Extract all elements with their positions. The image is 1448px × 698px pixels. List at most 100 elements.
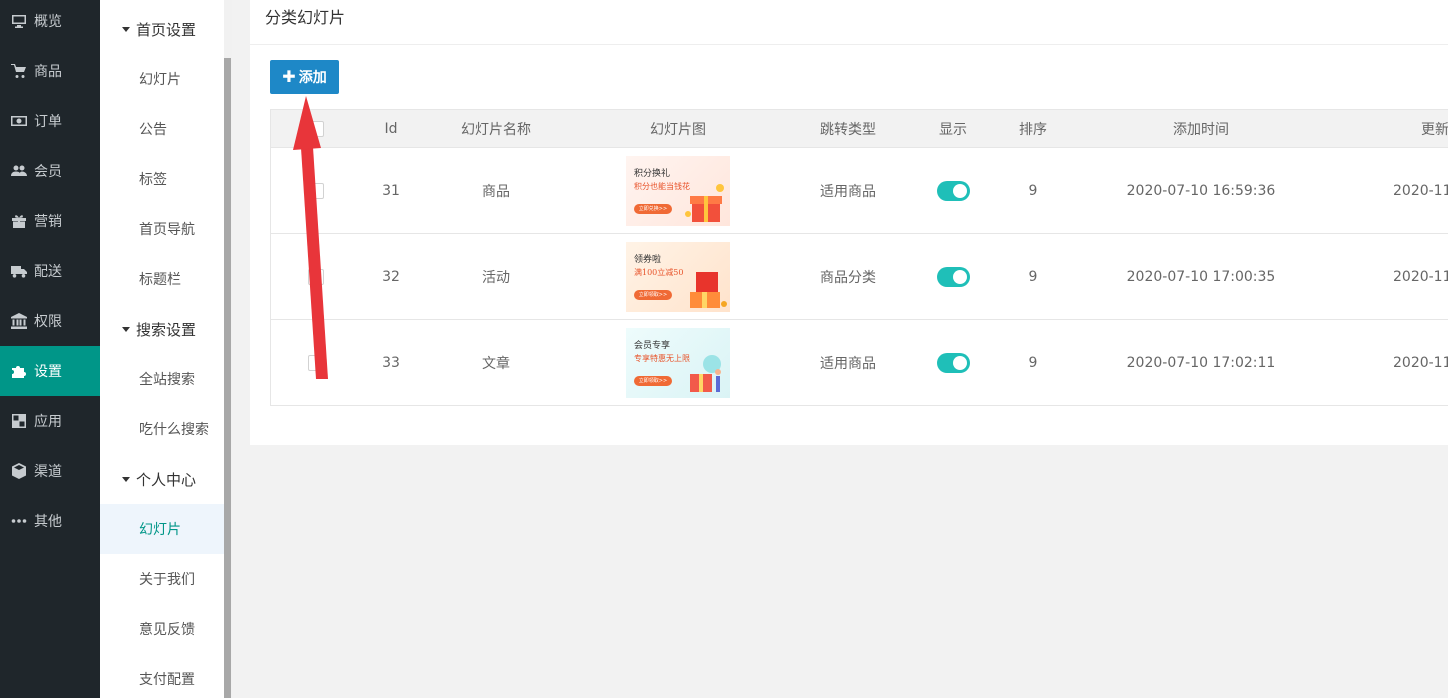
nav-item-channels[interactable]: 渠道 bbox=[0, 446, 100, 496]
nav-item-delivery[interactable]: 配送 bbox=[0, 246, 100, 296]
nav-item-label: 渠道 bbox=[34, 464, 62, 480]
toggle-knob bbox=[952, 355, 967, 370]
nav-item-overview[interactable]: 概览 bbox=[0, 0, 100, 46]
cell-sort: 9 bbox=[1028, 182, 1038, 199]
cell-jump-type: 适用商品 bbox=[820, 355, 876, 372]
slide-thumbnail[interactable]: 会员专享 专享特惠无上限 立即领取>> bbox=[626, 327, 730, 398]
main-content: 分类幻灯片 ✚ 添加 Id 幻灯片名称 幻灯片图 跳转类型 显示 排序 添加时间… bbox=[232, 0, 1448, 698]
subnav-item-notice[interactable]: 公告 bbox=[100, 104, 224, 154]
row-checkbox[interactable] bbox=[308, 268, 324, 285]
nav-item-apps[interactable]: 应用 bbox=[0, 396, 100, 446]
subnav-group-user-center[interactable]: 个人中心 bbox=[100, 454, 224, 504]
subnav-item-home-nav[interactable]: 首页导航 bbox=[100, 204, 224, 254]
cell-show bbox=[911, 148, 995, 233]
row-checkbox[interactable] bbox=[308, 182, 324, 199]
header-jump-type[interactable]: 跳转类型 bbox=[785, 110, 911, 147]
subnav-item-home-slides[interactable]: 幻灯片 bbox=[100, 54, 224, 104]
card-divider bbox=[250, 44, 1448, 45]
nav-item-permissions[interactable]: 权限 bbox=[0, 296, 100, 346]
select-all-cell bbox=[271, 110, 361, 147]
header-id[interactable]: Id bbox=[361, 110, 421, 147]
subnav-item-site-search[interactable]: 全站搜索 bbox=[100, 354, 224, 404]
nav-item-goods[interactable]: 商品 bbox=[0, 46, 100, 96]
cell-added-time: 2020-07-10 17:02:11 bbox=[1126, 354, 1276, 371]
truck-icon bbox=[0, 263, 34, 279]
cart-icon bbox=[0, 63, 34, 79]
cell-sort: 9 bbox=[1028, 268, 1038, 285]
row-select-cell bbox=[271, 234, 361, 319]
nav-item-members[interactable]: 会员 bbox=[0, 146, 100, 196]
cell-name: 活动 bbox=[482, 269, 510, 286]
row-checkbox[interactable] bbox=[308, 354, 324, 371]
slide-thumbnail[interactable]: 积分换礼 积分也能当钱花 立即兑换>> bbox=[626, 155, 730, 226]
subnav-item-title-bar[interactable]: 标题栏 bbox=[100, 254, 224, 304]
subnav-group-label: 首页设置 bbox=[136, 20, 197, 39]
gift-box-illustration bbox=[685, 183, 724, 222]
coupon-illustration bbox=[690, 271, 727, 308]
caret-down-icon bbox=[122, 476, 130, 482]
table-header: Id 幻灯片名称 幻灯片图 跳转类型 显示 排序 添加时间 更新 bbox=[271, 110, 1448, 148]
thumbnail-title: 积分换礼 bbox=[634, 168, 671, 179]
cell-updated-time: 2020-11- bbox=[1393, 268, 1448, 285]
cell-added-time: 2020-07-10 17:00:35 bbox=[1126, 268, 1276, 285]
nav-item-marketing[interactable]: 营销 bbox=[0, 196, 100, 246]
more-icon bbox=[0, 513, 34, 529]
add-button-label: 添加 bbox=[298, 70, 327, 86]
nav-item-label: 权限 bbox=[34, 314, 62, 330]
cell-updated-time: 2020-11- bbox=[1393, 354, 1448, 371]
select-all-checkbox[interactable] bbox=[308, 120, 324, 137]
header-added-time[interactable]: 添加时间 bbox=[1071, 110, 1331, 147]
subnav-item-payment-config[interactable]: 支付配置 bbox=[100, 654, 224, 698]
caret-down-icon bbox=[122, 26, 130, 32]
add-button[interactable]: ✚ 添加 bbox=[270, 60, 339, 94]
table-row[interactable]: 33 文章 会员专享 专享特惠无上限 立即领取>> 适用商品 9 2020-07… bbox=[271, 320, 1448, 406]
show-toggle[interactable] bbox=[936, 180, 970, 201]
subnav-group-home[interactable]: 首页设置 bbox=[100, 4, 224, 54]
scrollbar-thumb[interactable] bbox=[224, 58, 231, 698]
cell-show bbox=[911, 234, 995, 319]
cell-sort: 9 bbox=[1028, 354, 1038, 371]
show-toggle[interactable] bbox=[936, 352, 970, 373]
header-sort[interactable]: 排序 bbox=[995, 110, 1071, 147]
slide-thumbnail[interactable]: 领券啦 满100立减50 立即领取>> bbox=[626, 241, 730, 312]
header-updated[interactable]: 更新 bbox=[1421, 110, 1448, 147]
cell-added-time: 2020-07-10 16:59:36 bbox=[1126, 182, 1276, 199]
slides-table: Id 幻灯片名称 幻灯片图 跳转类型 显示 排序 添加时间 更新 31 商品 积… bbox=[270, 109, 1448, 406]
header-image[interactable]: 幻灯片图 bbox=[571, 110, 785, 147]
subnav-group-label: 个人中心 bbox=[136, 470, 197, 489]
show-toggle[interactable] bbox=[936, 266, 970, 287]
table-row[interactable]: 31 商品 积分换礼 积分也能当钱花 立即兑换>> 适用商品 9 2020-07… bbox=[271, 148, 1448, 234]
sub-sidebar: 首页设置 幻灯片 公告 标签 首页导航 标题栏 搜索设置 全站搜索 吃什么搜索 … bbox=[100, 0, 224, 698]
nav-item-label: 概览 bbox=[34, 14, 62, 30]
subnav-item-feedback[interactable]: 意见反馈 bbox=[100, 604, 224, 654]
subnav-group-search[interactable]: 搜索设置 bbox=[100, 304, 224, 354]
subnav-item-about-us[interactable]: 关于我们 bbox=[100, 554, 224, 604]
gift-icon bbox=[0, 213, 34, 229]
cell-id: 33 bbox=[382, 354, 400, 371]
cell-show bbox=[911, 320, 995, 405]
sub-sidebar-scrollbar[interactable] bbox=[224, 0, 232, 698]
cell-name: 商品 bbox=[482, 183, 510, 200]
header-name[interactable]: 幻灯片名称 bbox=[421, 110, 571, 147]
main-sidebar: 概览 商品 订单 会员 营销 配送 权限 设置 应用 渠道 其他 bbox=[0, 0, 100, 698]
nav-item-other[interactable]: 其他 bbox=[0, 496, 100, 546]
nav-item-orders[interactable]: 订单 bbox=[0, 96, 100, 146]
card-title: 分类幻灯片 bbox=[265, 8, 346, 27]
thumbnail-button: 立即领取>> bbox=[634, 375, 672, 386]
subnav-item-user-slides[interactable]: 幻灯片 bbox=[100, 504, 224, 554]
header-show[interactable]: 显示 bbox=[911, 110, 995, 147]
monitor-icon bbox=[0, 13, 34, 29]
thumbnail-button: 立即兑换>> bbox=[634, 203, 672, 214]
thumbnail-button: 立即领取>> bbox=[634, 289, 672, 300]
subnav-item-tags[interactable]: 标签 bbox=[100, 154, 224, 204]
nav-item-label: 应用 bbox=[34, 414, 62, 430]
table-row[interactable]: 32 活动 领券啦 满100立减50 立即领取>> 商品分类 9 2020-07… bbox=[271, 234, 1448, 320]
plus-icon: ✚ bbox=[282, 67, 296, 86]
subnav-item-food-search[interactable]: 吃什么搜索 bbox=[100, 404, 224, 454]
money-icon bbox=[0, 113, 34, 129]
cell-name: 文章 bbox=[482, 355, 510, 372]
nav-item-settings[interactable]: 设置 bbox=[0, 346, 100, 396]
slides-card: 分类幻灯片 ✚ 添加 Id 幻灯片名称 幻灯片图 跳转类型 显示 排序 添加时间… bbox=[250, 0, 1448, 445]
caret-down-icon bbox=[122, 326, 130, 332]
cell-updated-time: 2020-11- bbox=[1393, 182, 1448, 199]
